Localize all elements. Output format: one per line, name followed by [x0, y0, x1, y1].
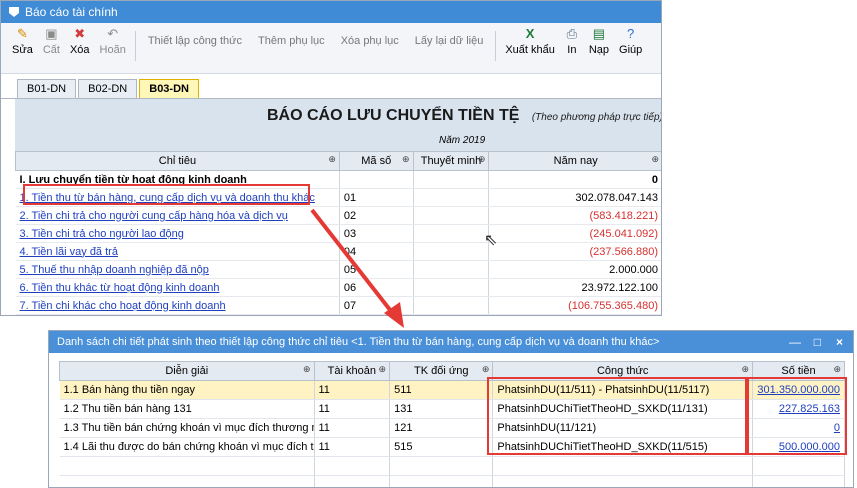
pin-icon[interactable]: ⊕ [303, 364, 311, 375]
column-header-description[interactable]: Diễn giải ⊕ [59, 361, 315, 381]
empty-row [59, 475, 846, 487]
column-header-counter-account[interactable]: TK đối ứng ⊕ [389, 361, 494, 381]
counter-account-cell: 515 [389, 437, 494, 457]
empty-cell [492, 475, 753, 487]
counter-account-cell: 511 [389, 380, 494, 400]
counter-account-cell: 131 [389, 399, 494, 419]
empty-cell [389, 456, 494, 476]
description-cell: 1.4 Lãi thu được do bán chứng khoán vì m… [59, 437, 315, 457]
column-header-account[interactable]: Tài khoản ⊕ [313, 361, 391, 381]
empty-cell [59, 456, 315, 476]
empty-cell [59, 475, 315, 487]
empty-cell [752, 456, 846, 476]
description-cell: 1.3 Thu tiền bán chứng khoán vì mục đích… [59, 418, 315, 438]
account-cell: 11 [314, 437, 391, 457]
description-cell: 1.2 Thu tiền bán hàng 131 [59, 399, 315, 419]
pin-icon[interactable]: ⊕ [741, 364, 749, 375]
pin-icon[interactable]: ⊕ [379, 364, 387, 375]
detail-window-titlebar: Danh sách chi tiết phát sinh theo thiết … [49, 331, 853, 353]
empty-row [59, 456, 846, 476]
counter-account-cell: 121 [389, 418, 494, 438]
empty-cell [314, 456, 391, 476]
empty-cell [389, 475, 494, 487]
account-cell: 11 [314, 418, 391, 438]
empty-cell [752, 475, 846, 487]
detail-window-title: Danh sách chi tiết phát sinh theo thiết … [57, 336, 660, 348]
pin-icon[interactable]: ⊕ [482, 364, 490, 375]
empty-cell [314, 475, 391, 487]
close-icon[interactable]: × [836, 335, 843, 349]
empty-cell [492, 456, 753, 476]
highlight-box-formula [487, 377, 747, 455]
detail-window: Danh sách chi tiết phát sinh theo thiết … [48, 330, 854, 488]
minimize-icon[interactable]: — [789, 335, 801, 349]
pin-icon[interactable]: ⊕ [833, 364, 841, 375]
account-cell: 11 [314, 399, 391, 419]
maximize-icon[interactable]: □ [814, 335, 821, 349]
highlight-box-amount [747, 377, 847, 455]
arrow-line [310, 208, 396, 317]
description-cell: 1.1 Bán hàng thu tiền ngay [59, 380, 315, 400]
account-cell: 11 [314, 380, 391, 400]
